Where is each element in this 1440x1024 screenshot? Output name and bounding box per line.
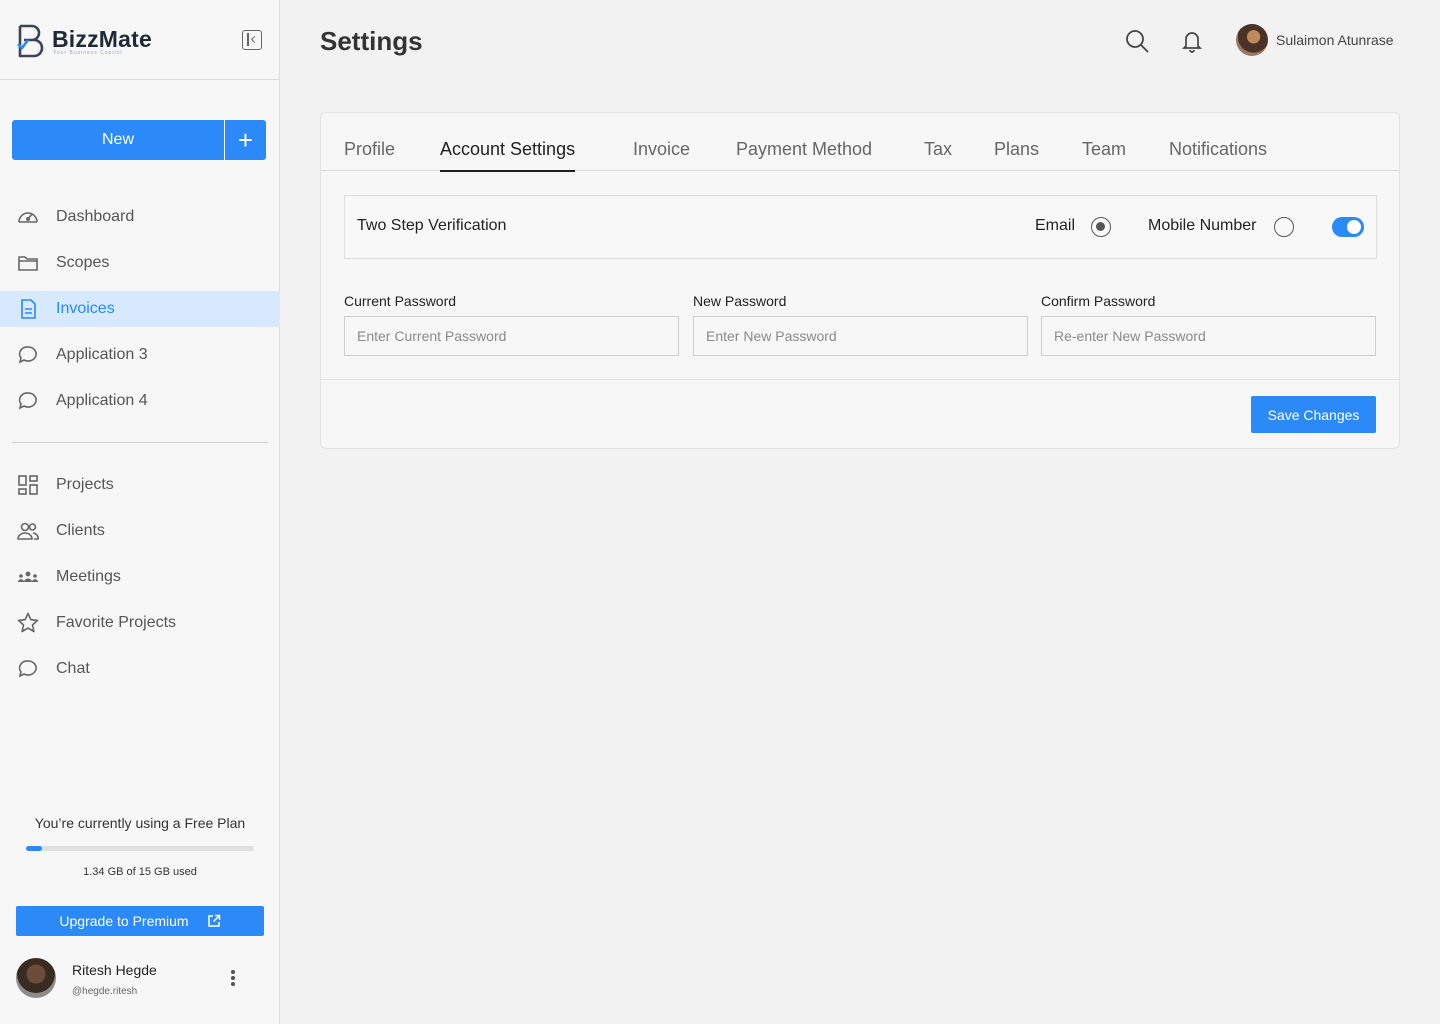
plan-status-text: You’re currently using a Free Plan: [34, 815, 246, 831]
user-handle: @hegde.ritesh: [72, 986, 138, 997]
brand-name: BizzMate: [52, 26, 153, 52]
settings-tabs: Profile Account Settings Invoice Payment…: [321, 113, 1399, 172]
current-password-label: Current Password: [344, 293, 457, 309]
users-icon: [16, 519, 40, 543]
new-password-field[interactable]: [693, 316, 1028, 356]
document-icon: [16, 297, 40, 321]
avatar[interactable]: [1236, 24, 1268, 56]
secondary-nav: Projects Clients Meetings Favorite Proje…: [0, 467, 280, 697]
confirm-password-label: Confirm Password: [1041, 293, 1156, 309]
confirm-password-field[interactable]: [1041, 316, 1376, 356]
header-user-name[interactable]: Sulaimon Atunrase: [1276, 32, 1394, 48]
bizzmate-logo-icon: [17, 24, 44, 58]
sidebar-divider: [12, 442, 268, 443]
sidebar-item-projects[interactable]: Projects: [0, 467, 280, 503]
tab-invoice[interactable]: Invoice: [633, 139, 690, 168]
tab-payment-method[interactable]: Payment Method: [736, 139, 872, 168]
avatar: [16, 958, 56, 998]
app-root: BizzMate Your Business Copilot New + Das…: [0, 0, 1440, 1024]
tab-profile[interactable]: Profile: [344, 139, 395, 168]
chat-bubble-icon: [16, 657, 40, 681]
sidebar: BizzMate Your Business Copilot New + Das…: [0, 0, 280, 1024]
card-footer-divider: [321, 379, 1399, 380]
new-button[interactable]: New: [12, 120, 224, 160]
page-title: Settings: [320, 26, 423, 56]
sidebar-item-label: Dashboard: [56, 208, 135, 225]
brand-header: BizzMate Your Business Copilot: [0, 0, 279, 80]
tab-notifications[interactable]: Notifications: [1169, 139, 1267, 168]
dashboard-gauge-icon: [16, 205, 40, 229]
storage-usage-text: 1.34 GB of 15 GB used: [83, 866, 197, 878]
bell-icon[interactable]: [1179, 28, 1205, 54]
star-icon: [16, 611, 40, 635]
sidebar-item-label: Meetings: [56, 568, 121, 585]
sidebar-item-label: Application 4: [56, 392, 148, 409]
sidebar-item-chat[interactable]: Chat: [0, 651, 280, 687]
sidebar-item-label: Chat: [56, 660, 90, 677]
sidebar-item-label: Favorite Projects: [56, 614, 177, 631]
user-name: Ritesh Hegde: [72, 962, 157, 978]
search-icon[interactable]: [1124, 28, 1150, 54]
sidebar-item-favorite-projects[interactable]: Favorite Projects: [0, 605, 280, 641]
two-step-toggle[interactable]: [1332, 217, 1364, 237]
brand-tagline: Your Business Copilot: [53, 50, 123, 56]
sidebar-collapse-icon[interactable]: [242, 30, 262, 50]
sidebar-item-label: Clients: [56, 522, 105, 539]
sidebar-item-invoices[interactable]: Invoices: [0, 291, 280, 327]
sidebar-item-application-4[interactable]: Application 4: [0, 383, 280, 419]
sidebar-item-clients[interactable]: Clients: [0, 513, 280, 549]
grid-icon: [16, 473, 40, 497]
save-changes-button[interactable]: Save Changes: [1251, 396, 1376, 433]
sidebar-item-dashboard[interactable]: Dashboard: [0, 199, 280, 235]
two-step-verification-panel: Two Step Verification Email Mobile Numbe…: [344, 195, 1377, 259]
sidebar-item-label: Invoices: [56, 300, 115, 317]
storage-progress-bar: [26, 846, 254, 851]
sidebar-item-meetings[interactable]: Meetings: [0, 559, 280, 595]
new-password-label: New Password: [693, 293, 787, 309]
more-options-icon[interactable]: [230, 970, 236, 988]
mobile-number-radio[interactable]: [1274, 217, 1294, 237]
tab-tax[interactable]: Tax: [924, 139, 952, 168]
external-link-icon: [207, 914, 220, 927]
tab-team[interactable]: Team: [1082, 139, 1126, 168]
settings-card: Profile Account Settings Invoice Payment…: [320, 112, 1400, 449]
sidebar-item-label: Projects: [56, 476, 114, 493]
sidebar-user-profile: Ritesh Hegde @hegde.ritesh: [16, 958, 264, 1002]
upgrade-premium-button[interactable]: Upgrade to Premium: [16, 906, 264, 936]
group-icon: [16, 565, 40, 589]
primary-nav: Dashboard Scopes Invoices Application 3: [0, 199, 280, 429]
sidebar-item-label: Application 3: [56, 346, 148, 363]
current-password-field[interactable]: [344, 316, 679, 356]
new-plus-button[interactable]: +: [225, 120, 266, 160]
folder-icon: [16, 251, 40, 275]
sidebar-item-application-3[interactable]: Application 3: [0, 337, 280, 373]
email-radio[interactable]: [1091, 217, 1111, 237]
sidebar-item-label: Scopes: [56, 254, 110, 271]
storage-progress-fill: [26, 846, 42, 851]
email-option-label: Email: [1035, 217, 1076, 234]
tab-plans[interactable]: Plans: [994, 139, 1039, 168]
upgrade-label: Upgrade to Premium: [59, 913, 189, 929]
chat-bubble-icon: [16, 343, 40, 367]
sidebar-item-scopes[interactable]: Scopes: [0, 245, 280, 281]
tab-account-settings[interactable]: Account Settings: [440, 139, 576, 172]
two-step-label: Two Step Verification: [357, 217, 507, 234]
new-split-button: New +: [12, 120, 266, 160]
chat-bubble-icon: [16, 389, 40, 413]
mobile-option-label: Mobile Number: [1148, 217, 1257, 234]
